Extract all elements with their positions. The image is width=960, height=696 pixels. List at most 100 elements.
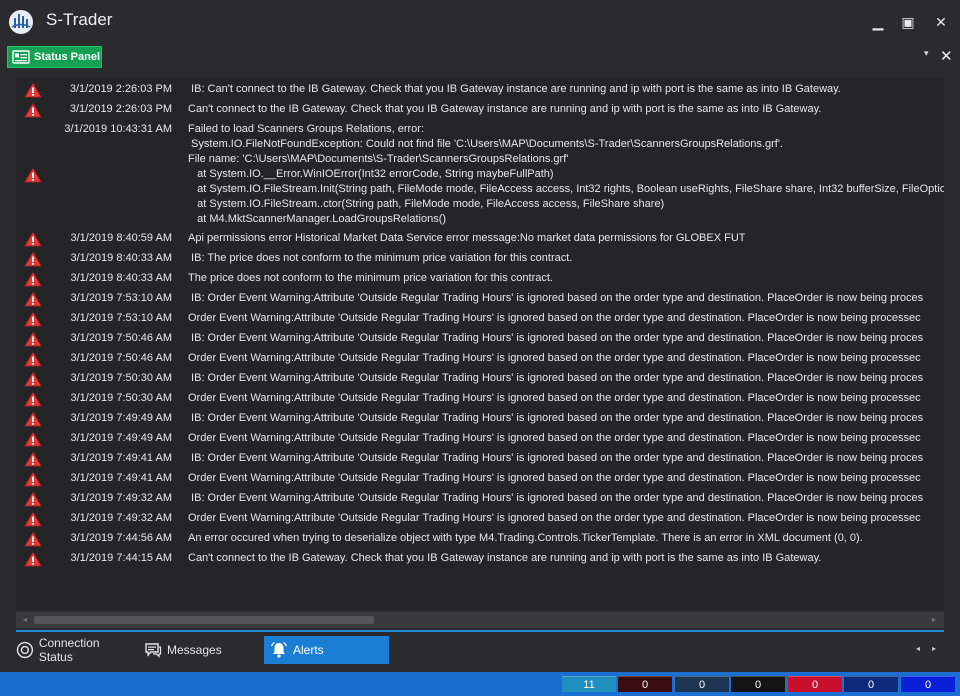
log-time: 3/1/2019 7:49:41 AM [70, 452, 172, 464]
log-row[interactable]: 3/1/2019 10:43:31 AM Failed to load Scann… [16, 118, 944, 227]
warning-icon [24, 311, 42, 327]
scrollbar-thumb[interactable] [34, 616, 374, 624]
log-time: 3/1/2019 7:50:46 AM [70, 332, 172, 344]
log-message: IB: Order Event Warning:Attribute 'Outsi… [188, 492, 924, 504]
tabs-next-icon[interactable]: ▸ [932, 644, 936, 653]
log-message: Api permissions error Historical Market … [188, 232, 746, 244]
panel-header: Status Panel ▾ ✕ [0, 44, 960, 70]
minimize-button[interactable]: ▁ [868, 12, 888, 32]
log-message: IB: Order Event Warning:Attribute 'Outsi… [188, 332, 924, 344]
log-message: Order Event Warning:Attribute 'Outside R… [188, 352, 921, 364]
log-message: IB: Can't connect to the IB Gateway. Che… [188, 83, 841, 95]
warning-icon [24, 351, 42, 367]
log-time: 3/1/2019 7:49:41 AM [70, 472, 172, 484]
close-window-button[interactable]: ✕ [931, 12, 951, 32]
warning-icon [24, 82, 42, 98]
status-counter[interactable]: 0 [618, 676, 672, 692]
scroll-right-arrow-icon[interactable]: ▸ [928, 614, 940, 626]
log-message: IB: Order Event Warning:Attribute 'Outsi… [188, 452, 924, 464]
warning-icon [24, 251, 42, 267]
log-row[interactable]: 3/1/2019 7:49:32 AM Order Event Warning:A… [16, 507, 944, 527]
status-panel-icon [12, 50, 30, 64]
log-row[interactable]: 3/1/2019 7:49:32 AM IB: Order Event Warn… [16, 487, 944, 507]
log-time: 3/1/2019 7:44:15 AM [70, 552, 172, 564]
status-counter[interactable]: 0 [731, 676, 785, 692]
log-time: 3/1/2019 2:26:03 PM [69, 103, 172, 115]
maximize-button[interactable]: ▣ [898, 12, 918, 32]
log-row[interactable]: 3/1/2019 7:49:41 AM Order Event Warning:A… [16, 467, 944, 487]
warning-icon [24, 431, 42, 447]
log-time: 3/1/2019 7:49:32 AM [70, 512, 172, 524]
tab-messages-label: Messages [167, 643, 222, 657]
status-counter[interactable]: 11 [562, 676, 616, 692]
status-counter[interactable]: 0 [844, 676, 898, 692]
log-row[interactable]: 3/1/2019 8:40:33 AM The price does not co… [16, 267, 944, 287]
app-title: S-Trader [46, 10, 113, 29]
log-message: An error occured when trying to deserial… [188, 532, 863, 544]
panel-close-button[interactable]: ✕ [940, 49, 954, 64]
warning-icon [24, 491, 42, 507]
connection-icon [16, 641, 34, 659]
status-counter[interactable]: 0 [675, 676, 729, 692]
log-row[interactable]: 3/1/2019 7:44:15 AM Can't connect to the … [16, 547, 944, 567]
horizontal-scrollbar[interactable]: ◂ ▸ [16, 612, 944, 628]
panel-menu-button[interactable]: ▾ [924, 48, 936, 60]
warning-icon [24, 511, 42, 527]
log-message: Order Event Warning:Attribute 'Outside R… [188, 312, 921, 324]
tabs-prev-icon[interactable]: ◂ [916, 644, 920, 653]
log-message: IB: Order Event Warning:Attribute 'Outsi… [188, 412, 924, 424]
log-time: 3/1/2019 7:53:10 AM [70, 312, 172, 324]
log-row[interactable]: 3/1/2019 7:49:49 AM Order Event Warning:A… [16, 427, 944, 447]
warning-icon [24, 331, 42, 347]
status-panel-label: Status Panel [34, 51, 101, 63]
log-row[interactable]: 3/1/2019 2:26:03 PM IB: Can't connect to… [16, 78, 944, 98]
log-row[interactable]: 3/1/2019 2:26:03 PM Can't connect to the … [16, 98, 944, 118]
log-time: 3/1/2019 7:50:46 AM [70, 352, 172, 364]
log-time: 3/1/2019 7:49:32 AM [70, 492, 172, 504]
status-bar: 11 0 0 0 0 0 0 [0, 672, 960, 696]
status-panel-tab[interactable]: Status Panel [7, 46, 102, 68]
warning-icon [24, 167, 42, 182]
scroll-left-arrow-icon[interactable]: ◂ [19, 614, 31, 626]
log-time: 3/1/2019 10:43:31 AM [64, 123, 172, 135]
messages-icon [145, 643, 162, 658]
bottom-tab-strip: Connection Status Messages Alerts ◂ ▸ [10, 636, 950, 664]
log-row[interactable]: 3/1/2019 7:53:10 AM IB: Order Event Warn… [16, 287, 944, 307]
title-bar: S-Trader ▁ ▣ ✕ [0, 0, 960, 44]
tab-strip-divider [16, 630, 944, 632]
warning-icon [24, 231, 42, 247]
log-row[interactable]: 3/1/2019 7:44:56 AM An error occured when… [16, 527, 944, 547]
log-row[interactable]: 3/1/2019 8:40:59 AM Api permissions error… [16, 227, 944, 247]
warning-icon [24, 291, 42, 307]
status-counter[interactable]: 0 [901, 676, 955, 692]
log-message: Can't connect to the IB Gateway. Check t… [188, 103, 822, 115]
log-row[interactable]: 3/1/2019 7:53:10 AM Order Event Warning:A… [16, 307, 944, 327]
log-message: IB: Order Event Warning:Attribute 'Outsi… [188, 372, 924, 384]
log-row[interactable]: 3/1/2019 7:50:46 AM Order Event Warning:A… [16, 347, 944, 367]
warning-icon [24, 271, 42, 287]
status-counter[interactable]: 0 [788, 676, 842, 692]
log-message: Order Event Warning:Attribute 'Outside R… [188, 472, 921, 484]
log-row[interactable]: 3/1/2019 7:50:30 AM IB: Order Event Warn… [16, 367, 944, 387]
log-message: Order Event Warning:Attribute 'Outside R… [188, 392, 921, 404]
log-row[interactable]: 3/1/2019 7:49:41 AM IB: Order Event Warn… [16, 447, 944, 467]
alerts-log-list[interactable]: 3/1/2019 2:26:03 PM IB: Can't connect to… [16, 78, 944, 610]
log-message: The price does not conform to the minimu… [188, 272, 553, 284]
app-logo-icon [9, 10, 33, 34]
log-row[interactable]: 3/1/2019 8:40:33 AM IB: The price does n… [16, 247, 944, 267]
log-message: Can't connect to the IB Gateway. Check t… [188, 552, 822, 564]
log-row[interactable]: 3/1/2019 7:49:49 AM IB: Order Event Warn… [16, 407, 944, 427]
log-time: 3/1/2019 7:50:30 AM [70, 372, 172, 384]
tab-messages[interactable]: Messages [138, 636, 248, 664]
log-time: 3/1/2019 7:49:49 AM [70, 432, 172, 444]
tab-alerts-label: Alerts [293, 643, 324, 657]
tab-alerts[interactable]: Alerts [264, 636, 389, 664]
log-row[interactable]: 3/1/2019 7:50:30 AM Order Event Warning:A… [16, 387, 944, 407]
log-message: IB: The price does not conform to the mi… [188, 252, 573, 264]
log-row[interactable]: 3/1/2019 7:50:46 AM IB: Order Event Warn… [16, 327, 944, 347]
log-time: 3/1/2019 7:49:49 AM [70, 412, 172, 424]
tab-connection-status[interactable]: Connection Status [10, 636, 136, 664]
log-message: Order Event Warning:Attribute 'Outside R… [188, 512, 921, 524]
log-time: 3/1/2019 2:26:03 PM [69, 83, 172, 95]
log-time: 3/1/2019 8:40:59 AM [70, 232, 172, 244]
